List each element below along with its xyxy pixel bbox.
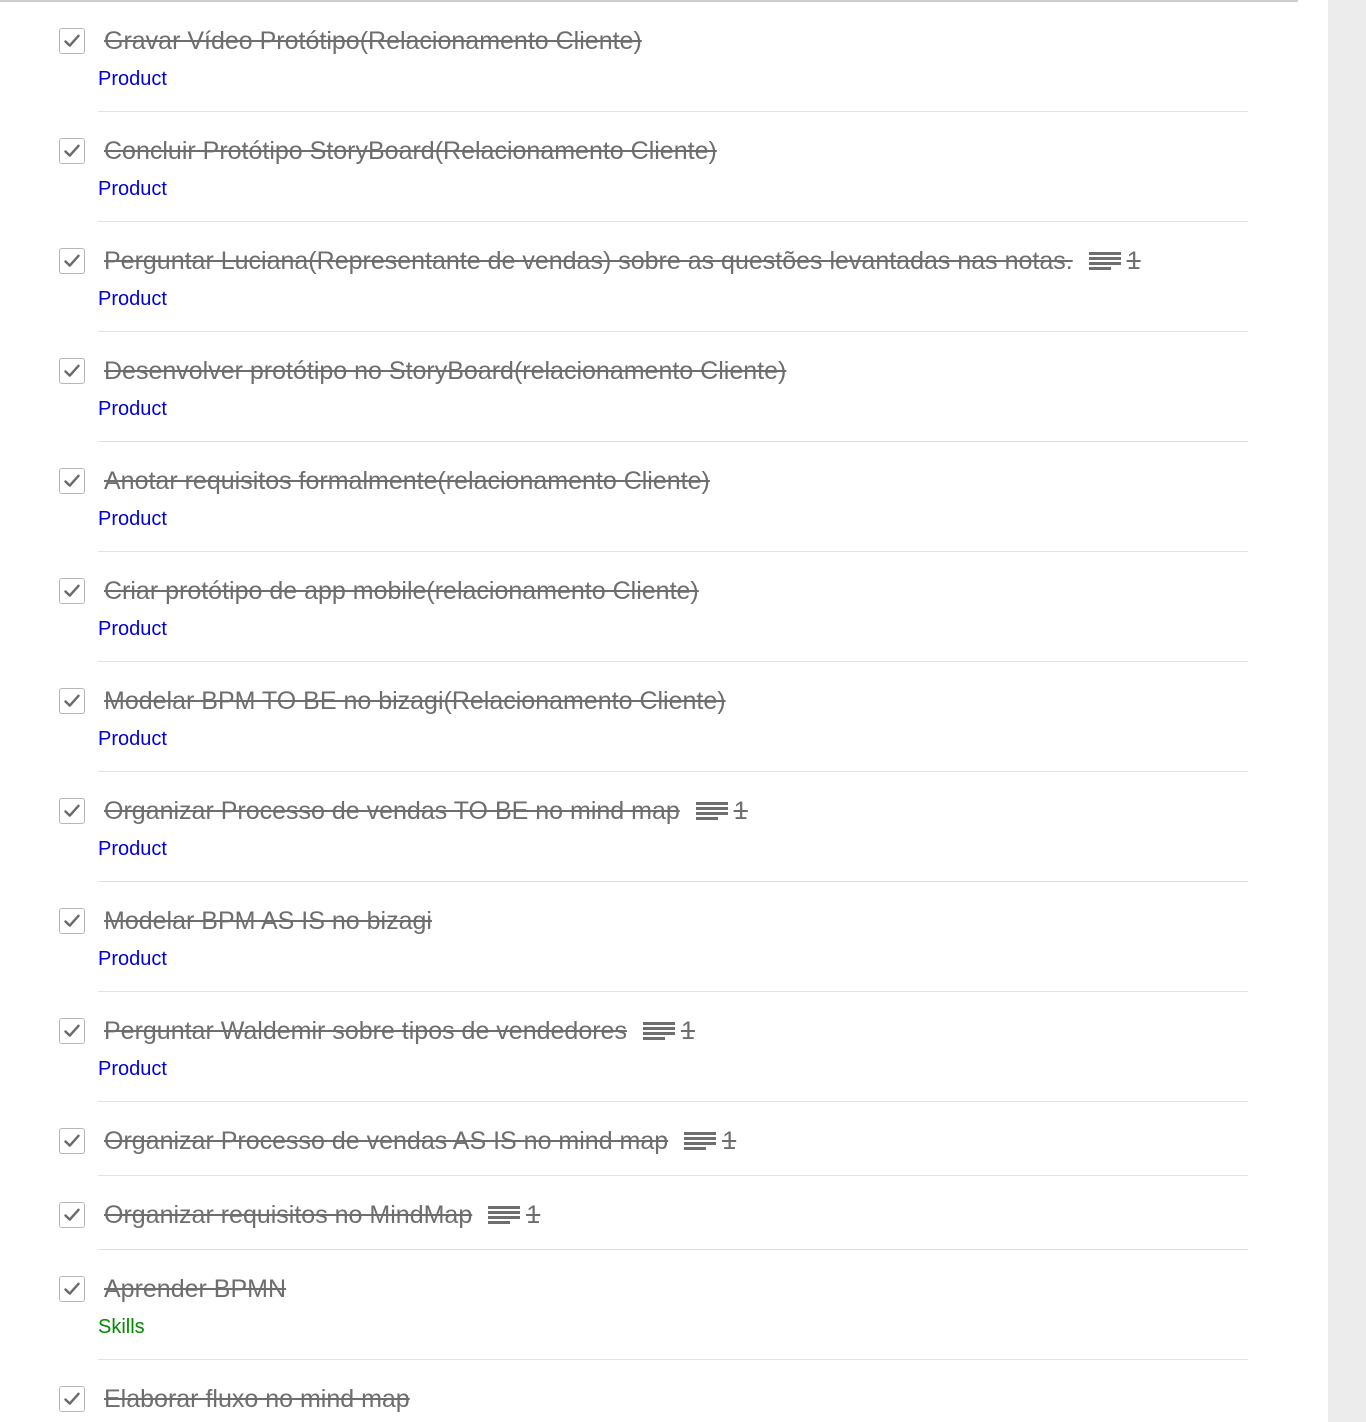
completed-task-list: Gravar Vídeo Protótipo(Relacionamento Cl… (0, 2, 1298, 1422)
task-row[interactable]: Criar protótipo de app mobile(relacionam… (0, 552, 1298, 662)
task-note-count: 1 (526, 1201, 541, 1229)
task-title[interactable]: Perguntar Waldemir sobre tipos de vended… (104, 1014, 695, 1048)
task-row[interactable]: Modelar BPM AS IS no bizagi Product (0, 882, 1298, 992)
task-project-label-product[interactable]: Product (98, 726, 167, 752)
task-row[interactable]: Organizar Processo de vendas AS IS no mi… (0, 1102, 1298, 1176)
task-title[interactable]: Organizar requisitos no MindMap 1 (104, 1198, 540, 1232)
task-title[interactable]: Concluir Protótipo StoryBoard(Relacionam… (104, 134, 717, 168)
task-title[interactable]: Anotar requisitos formalmente(relacionam… (104, 464, 710, 498)
task-title-text: Organizar Processo de vendas AS IS no mi… (104, 1127, 669, 1155)
task-row[interactable]: Perguntar Waldemir sobre tipos de vended… (0, 992, 1298, 1102)
task-project-label-product[interactable]: Product (98, 836, 167, 862)
task-title-text: Criar protótipo de app mobile(relacionam… (104, 577, 699, 605)
task-page: Gravar Vídeo Protótipo(Relacionamento Cl… (0, 0, 1366, 1422)
task-title-text: Organizar requisitos no MindMap (104, 1201, 473, 1229)
right-scroll-gutter[interactable] (1328, 0, 1366, 1422)
task-title[interactable]: Desenvolver protótipo no StoryBoard(rela… (104, 354, 786, 388)
task-row[interactable]: Modelar BPM TO BE no bizagi(Relacionamen… (0, 662, 1298, 772)
note-lines-icon (695, 802, 728, 820)
task-row[interactable]: Aprender BPMN Skills (0, 1250, 1298, 1360)
checkmark-icon (64, 1282, 80, 1295)
task-title[interactable]: Gravar Vídeo Protótipo(Relacionamento Cl… (104, 24, 642, 58)
checkmark-icon (64, 804, 80, 817)
task-note-indicator[interactable]: 1 (695, 794, 748, 828)
task-row[interactable]: Organizar requisitos no MindMap 1 (0, 1176, 1298, 1250)
task-title[interactable]: Modelar BPM AS IS no bizagi (104, 904, 432, 938)
checkmark-icon (64, 1024, 80, 1037)
task-title-text: Modelar BPM TO BE no bizagi(Relacionamen… (104, 687, 726, 715)
note-lines-icon (684, 1132, 717, 1150)
note-lines-icon (488, 1206, 521, 1224)
checkmark-icon (64, 694, 80, 707)
task-row[interactable]: Concluir Protótipo StoryBoard(Relacionam… (0, 112, 1298, 222)
task-title[interactable]: Perguntar Luciana(Representante de venda… (104, 244, 1141, 278)
task-title[interactable]: Organizar Processo de vendas TO BE no mi… (104, 794, 748, 828)
task-complete-checkbox[interactable] (59, 1276, 85, 1302)
task-project-label-product[interactable]: Product (98, 946, 167, 972)
task-project-label-product[interactable]: Product (98, 396, 167, 422)
note-lines-icon (642, 1022, 675, 1040)
task-complete-checkbox[interactable] (59, 798, 85, 824)
checkmark-icon (64, 364, 80, 377)
checkmark-icon (64, 914, 80, 927)
task-complete-checkbox[interactable] (59, 908, 85, 934)
task-project-label-product[interactable]: Product (98, 176, 167, 202)
task-title[interactable]: Organizar Processo de vendas AS IS no mi… (104, 1124, 736, 1158)
task-project-label-product[interactable]: Product (98, 1056, 167, 1082)
task-note-count: 1 (733, 797, 748, 825)
task-complete-checkbox[interactable] (59, 138, 85, 164)
task-title-text: Organizar Processo de vendas TO BE no mi… (104, 797, 680, 825)
checkmark-icon (64, 254, 80, 267)
task-note-count: 1 (1126, 247, 1141, 275)
task-project-label-skills[interactable]: Skills (98, 1314, 145, 1340)
task-complete-checkbox[interactable] (59, 688, 85, 714)
task-title[interactable]: Modelar BPM TO BE no bizagi(Relacionamen… (104, 684, 726, 718)
task-title[interactable]: Aprender BPMN (104, 1272, 286, 1306)
task-note-indicator[interactable]: 1 (684, 1124, 736, 1158)
task-note-indicator[interactable]: 1 (642, 1014, 695, 1048)
task-title-text: Anotar requisitos formalmente(relacionam… (104, 467, 710, 495)
task-note-indicator[interactable]: 1 (1088, 244, 1141, 278)
task-row[interactable]: Organizar Processo de vendas TO BE no mi… (0, 772, 1298, 882)
task-complete-checkbox[interactable] (59, 578, 85, 604)
task-title-text: Desenvolver protótipo no StoryBoard(rela… (104, 357, 787, 385)
task-complete-checkbox[interactable] (59, 468, 85, 494)
task-complete-checkbox[interactable] (59, 1128, 85, 1154)
task-complete-checkbox[interactable] (59, 358, 85, 384)
task-complete-checkbox[interactable] (59, 248, 85, 274)
task-row[interactable]: Perguntar Luciana(Representante de venda… (0, 222, 1298, 332)
task-note-count: 1 (680, 1017, 695, 1045)
task-title-text: Aprender BPMN (104, 1275, 287, 1303)
task-row[interactable]: Anotar requisitos formalmente(relacionam… (0, 442, 1298, 552)
checkmark-icon (64, 474, 80, 487)
checkmark-icon (64, 584, 80, 597)
task-complete-checkbox[interactable] (59, 28, 85, 54)
task-title-text: Perguntar Waldemir sobre tipos de vended… (104, 1017, 627, 1045)
task-complete-checkbox[interactable] (59, 1202, 85, 1228)
checkmark-icon (64, 1134, 80, 1147)
task-complete-checkbox[interactable] (59, 1386, 85, 1412)
task-row[interactable]: Gravar Vídeo Protótipo(Relacionamento Cl… (0, 2, 1298, 112)
checkmark-icon (64, 1392, 80, 1405)
task-title-text: Perguntar Luciana(Representante de venda… (104, 247, 1073, 275)
note-lines-icon (1088, 252, 1121, 270)
task-title-text: Modelar BPM AS IS no bizagi (104, 907, 432, 935)
task-project-label-product[interactable]: Product (98, 66, 167, 92)
checkmark-icon (64, 1208, 80, 1221)
task-title-text: Concluir Protótipo StoryBoard(Relacionam… (104, 137, 717, 165)
task-project-label-product[interactable]: Product (98, 286, 167, 312)
task-title[interactable]: Criar protótipo de app mobile(relacionam… (104, 574, 699, 608)
task-row[interactable]: Desenvolver protótipo no StoryBoard(rela… (0, 332, 1298, 442)
task-row[interactable]: Elaborar fluxo no mind map (0, 1360, 1298, 1422)
task-title-text: Gravar Vídeo Protótipo(Relacionamento Cl… (104, 27, 642, 55)
task-project-label-product[interactable]: Product (98, 506, 167, 532)
checkmark-icon (64, 144, 80, 157)
checkmark-icon (64, 34, 80, 47)
task-note-indicator[interactable]: 1 (488, 1198, 540, 1232)
task-project-label-product[interactable]: Product (98, 616, 167, 642)
task-title[interactable]: Elaborar fluxo no mind map (104, 1382, 410, 1416)
task-title-text: Elaborar fluxo no mind map (104, 1385, 410, 1413)
task-complete-checkbox[interactable] (59, 1018, 85, 1044)
task-note-count: 1 (722, 1127, 737, 1155)
